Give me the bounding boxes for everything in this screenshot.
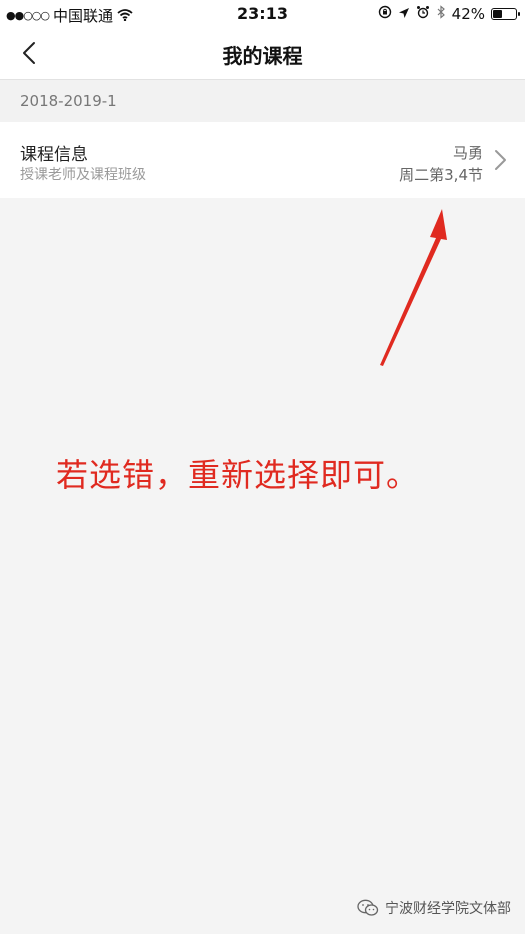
watermark-text: 宁波财经学院文体部 [385, 901, 511, 917]
location-icon [398, 5, 410, 23]
teacher-name: 马勇 [452, 144, 483, 162]
wechat-icon [357, 899, 379, 916]
class-time: 周二第3,4节 [399, 166, 483, 184]
annotation-arrow-icon [380, 209, 447, 366]
bluetooth-icon [436, 5, 446, 23]
status-bar: ●●○○○ 中国联通 23:13 42% [0, 0, 525, 28]
term-section-header: 2018-2019-1 [0, 80, 525, 122]
battery-level-fill [493, 10, 502, 18]
battery-percent: 42% [451, 5, 485, 23]
annotation-text: 若选错，重新选择即可。 [56, 456, 420, 494]
nav-bar: 我的课程 [0, 28, 525, 80]
battery-icon [491, 8, 520, 20]
course-title: 课程信息 [20, 145, 88, 165]
alarm-icon [416, 5, 430, 23]
chevron-right-icon [495, 150, 506, 170]
course-subtitle: 授课老师及课程班级 [20, 167, 146, 183]
course-info-row[interactable]: 课程信息 授课老师及课程班级 马勇 周二第3,4节 [0, 122, 525, 198]
term-label: 2018-2019-1 [20, 92, 117, 110]
watermark: 宁波财经学院文体部 [357, 898, 511, 918]
status-right: 42% [378, 5, 520, 23]
orientation-lock-icon [378, 5, 392, 23]
page-title: 我的课程 [222, 44, 303, 68]
